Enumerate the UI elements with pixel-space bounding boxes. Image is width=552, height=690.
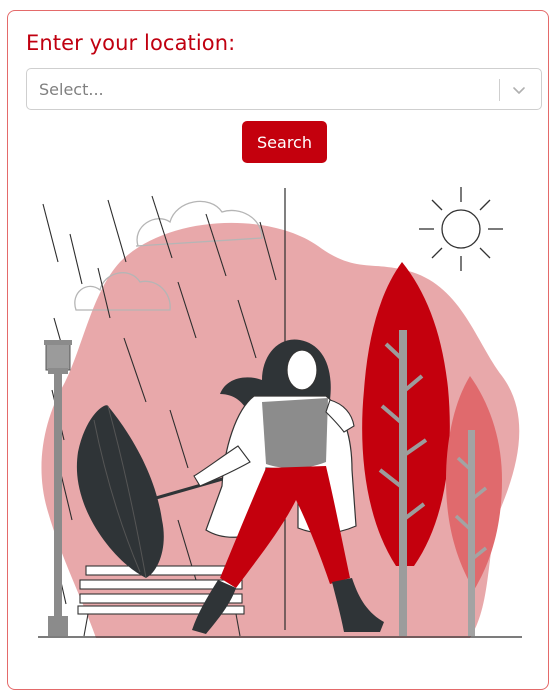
sun-icon (419, 187, 503, 271)
weather-illustration (38, 187, 522, 638)
